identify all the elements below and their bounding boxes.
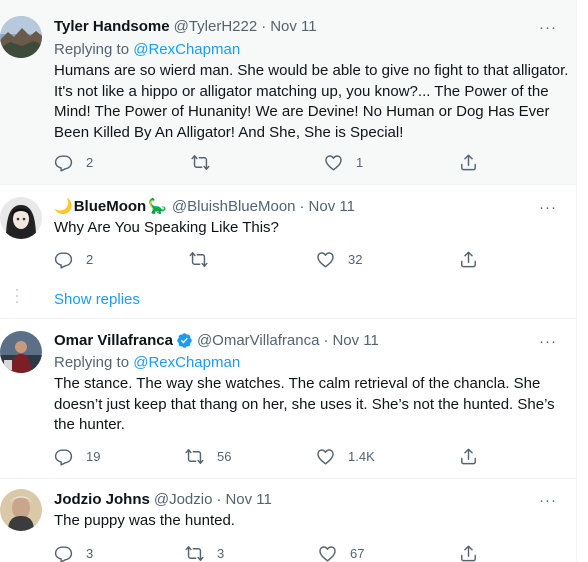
verified-badge-icon [176, 332, 193, 349]
separator-dot: · [299, 198, 305, 215]
display-name[interactable]: Tyler Handsome [54, 17, 170, 36]
show-replies-link[interactable]: Show replies [54, 290, 140, 309]
avatar[interactable] [0, 489, 42, 531]
like-button[interactable]: 1.4K [316, 447, 375, 466]
replying-to-label: Replying to [54, 41, 130, 58]
more-icon[interactable]: ··· [538, 197, 558, 217]
tweet-card[interactable]: Jodzio Johns @Jodzio · Nov 11 ··· The pu… [0, 479, 576, 562]
separator-dot: · [216, 491, 222, 508]
retweet-icon [185, 447, 204, 466]
retweet-button[interactable]: 56 [185, 447, 231, 466]
reply-icon [54, 250, 73, 269]
tweet-actions: 3 3 67 [54, 544, 494, 562]
reply-count: 19 [86, 449, 101, 464]
tweet-date[interactable]: Nov 11 [225, 490, 271, 509]
like-button[interactable]: 67 [318, 544, 364, 562]
tweet-actions: 19 56 1.4K [54, 447, 494, 469]
reply-count: 2 [86, 252, 94, 267]
reply-button[interactable]: 2 [54, 250, 93, 269]
share-button[interactable] [459, 153, 478, 172]
share-button[interactable] [459, 447, 478, 466]
replying-to-link[interactable]: @RexChapman [133, 354, 240, 371]
like-count: 32 [348, 252, 363, 267]
avatar[interactable] [0, 16, 42, 58]
user-handle[interactable]: @Jodzio [154, 490, 213, 509]
tweet-header: Jodzio Johns @Jodzio · Nov 11 [54, 490, 272, 509]
tweet-text: Humans are so wierd man. She would be ab… [54, 62, 569, 141]
user-handle[interactable]: @BluishBlueMoon [172, 197, 296, 216]
column-border [576, 0, 577, 562]
like-icon [324, 153, 343, 172]
avatar[interactable] [0, 331, 42, 373]
like-count: 1.4K [348, 449, 375, 464]
tweet-header: 🌙 BlueMoon 🦕 @BluishBlueMoon · Nov 11 [54, 197, 355, 216]
reply-button[interactable]: 2 [54, 153, 93, 172]
share-button[interactable] [459, 250, 478, 269]
like-icon [316, 250, 335, 269]
like-button[interactable]: 32 [316, 250, 362, 269]
retweet-count: 56 [217, 449, 232, 464]
tweet-actions: 2 1 [54, 153, 494, 175]
tweet-card[interactable]: Tyler Handsome @TylerH222 · Nov 11 ··· R… [0, 0, 576, 184]
share-icon [459, 250, 478, 269]
more-icon[interactable]: ··· [538, 331, 558, 351]
like-icon [316, 447, 335, 466]
replying-to-link[interactable]: @RexChapman [133, 41, 240, 58]
moon-emoji: 🌙 [54, 198, 73, 215]
separator-dot: · [261, 18, 267, 35]
tweet-text: The stance. The way she watches. The cal… [54, 375, 555, 433]
retweet-icon [185, 544, 204, 562]
reply-count: 3 [86, 546, 94, 561]
replying-to: Replying to @RexChapman [54, 353, 240, 372]
retweet-button[interactable] [191, 153, 223, 172]
display-name[interactable]: Jodzio Johns [54, 490, 150, 509]
reply-count: 2 [86, 155, 94, 170]
like-count: 67 [350, 546, 365, 561]
tweet-header: Tyler Handsome @TylerH222 · Nov 11 [54, 17, 317, 36]
tweet-header: Omar Villafranca @OmarVillafranca · Nov … [54, 331, 379, 350]
tweet-actions: 2 32 [54, 250, 494, 272]
retweet-button[interactable]: 3 [185, 544, 224, 562]
thread-connector [16, 289, 18, 309]
reply-icon [54, 153, 73, 172]
display-name[interactable]: Omar Villafranca [54, 331, 173, 350]
retweet-icon [191, 153, 210, 172]
like-button[interactable]: 1 [324, 153, 363, 172]
tweet-date[interactable]: Nov 11 [309, 197, 355, 216]
avatar[interactable] [0, 197, 42, 239]
separator-dot: · [323, 332, 329, 349]
like-icon [318, 544, 337, 562]
like-count: 1 [356, 155, 364, 170]
tweet-date[interactable]: Nov 11 [270, 17, 316, 36]
replying-to: Replying to @RexChapman [54, 40, 240, 59]
tweet-card[interactable]: Omar Villafranca @OmarVillafranca · Nov … [0, 319, 576, 479]
reply-icon [54, 544, 73, 562]
user-handle[interactable]: @OmarVillafranca [197, 331, 320, 350]
reply-button[interactable]: 3 [54, 544, 93, 562]
dinosaur-emoji: 🦕 [148, 198, 167, 215]
tweet-text: Why Are You Speaking Like This? [54, 219, 279, 236]
share-icon [459, 153, 478, 172]
reply-button[interactable]: 19 [54, 447, 100, 466]
retweet-count: 3 [217, 546, 225, 561]
more-icon[interactable]: ··· [538, 490, 558, 510]
share-icon [459, 544, 478, 562]
share-icon [459, 447, 478, 466]
user-handle[interactable]: @TylerH222 [174, 17, 258, 36]
share-button[interactable] [459, 544, 478, 562]
more-icon[interactable]: ··· [538, 17, 558, 37]
retweet-icon [189, 250, 208, 269]
reply-icon [54, 447, 73, 466]
tweet-date[interactable]: Nov 11 [332, 331, 378, 350]
divider [0, 184, 576, 185]
retweet-button[interactable] [189, 250, 221, 269]
tweet-text: The puppy was the hunted. [54, 512, 235, 529]
replying-to-label: Replying to [54, 354, 130, 371]
display-name[interactable]: BlueMoon [74, 197, 147, 216]
